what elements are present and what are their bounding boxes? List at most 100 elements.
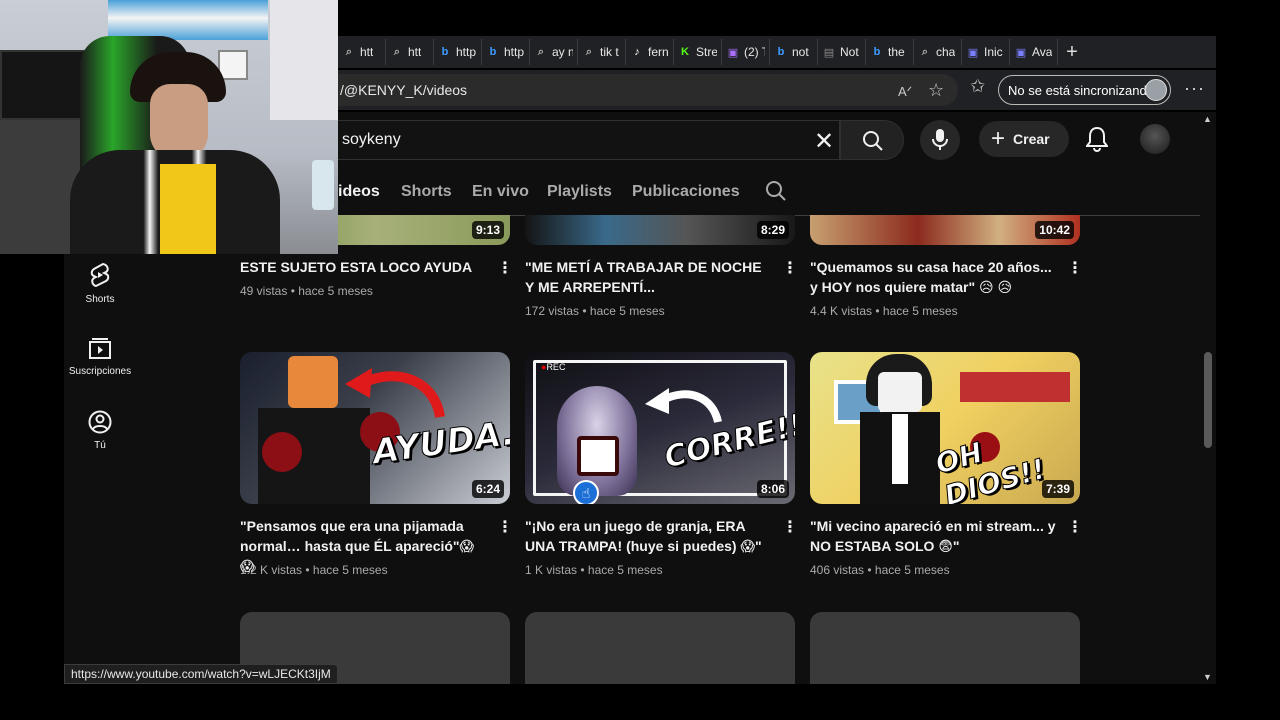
tab-posts[interactable]: Publicaciones bbox=[632, 183, 740, 201]
more-actions-icon[interactable]: ⋮ bbox=[782, 261, 798, 277]
video-title[interactable]: ESTE SUJETO ESTA LOCO AYUDA bbox=[240, 257, 488, 277]
clear-search-icon[interactable]: ✕ bbox=[814, 127, 834, 156]
more-actions-icon[interactable]: ⋮ bbox=[1067, 520, 1083, 536]
browser-tab-bar: ⌕ htt ⌕ htt b http b http ⌕ ay n ⌕ tik t ♪ fern… bbox=[338, 36, 1216, 68]
channel-tabs: ideos Shorts En vivo Playlists Publicaci… bbox=[338, 168, 1208, 216]
create-button[interactable]: + Crear bbox=[979, 121, 1069, 157]
video-duration: 9:13 bbox=[471, 221, 504, 239]
scrollbar-thumb[interactable] bbox=[1204, 352, 1212, 448]
search-button[interactable] bbox=[840, 120, 904, 160]
notifications-button[interactable] bbox=[1085, 126, 1109, 157]
browser-tab[interactable]: b the bbox=[866, 39, 914, 65]
video-duration: 6:24 bbox=[471, 480, 504, 498]
more-actions-icon[interactable]: ⋮ bbox=[1067, 261, 1083, 277]
video-duration: 8:06 bbox=[756, 480, 789, 498]
video-metadata: 406 vistas • hace 5 meses bbox=[810, 563, 950, 577]
more-actions-icon[interactable]: ⋮ bbox=[497, 520, 513, 536]
sidebar-item-subscriptions[interactable]: Suscripciones bbox=[64, 336, 136, 377]
tab-shorts[interactable]: Shorts bbox=[401, 183, 452, 201]
character-head bbox=[288, 356, 338, 408]
search-query: soykeny bbox=[342, 131, 401, 148]
browser-tab[interactable]: ♪ fern bbox=[626, 39, 674, 65]
wall-decor bbox=[960, 372, 1070, 402]
search-icon: ⌕ bbox=[921, 45, 929, 58]
read-aloud-icon[interactable]: Aᐟ bbox=[898, 84, 912, 100]
video-title[interactable]: "¡No era un juego de granja, ERA UNA TRA… bbox=[525, 516, 773, 556]
voice-search-button[interactable] bbox=[920, 120, 960, 160]
video-metadata: 1.2 K vistas • hace 5 meses bbox=[240, 563, 388, 577]
url-text: /@KENYY_K/videos bbox=[340, 82, 468, 98]
video-thumbnail[interactable]: 8:29 bbox=[525, 215, 795, 245]
browser-tab[interactable]: ⌕ cha bbox=[914, 39, 962, 65]
browser-tab[interactable]: ⌕ tik t bbox=[578, 39, 626, 65]
page-icon: ▤ bbox=[823, 46, 835, 59]
sync-label: No se está sincronizando bbox=[1008, 82, 1154, 98]
video-thumbnail[interactable]: 10:42 bbox=[810, 215, 1080, 245]
app-icon: ▣ bbox=[1015, 46, 1027, 59]
favorites-icon[interactable]: ✩ bbox=[970, 76, 985, 97]
browser-tab[interactable]: ⌕ htt bbox=[338, 39, 386, 65]
browser-tab[interactable]: ▣ Ava bbox=[1010, 39, 1058, 65]
video-metadata: 4.4 K vistas • hace 5 meses bbox=[810, 304, 958, 318]
person-face bbox=[150, 84, 208, 160]
tiktok-icon: ♪ bbox=[634, 46, 640, 58]
sidebar-item-label: Shorts bbox=[85, 294, 115, 305]
scroll-down-arrow-icon[interactable]: ▼ bbox=[1203, 672, 1212, 682]
search-input[interactable]: soykeny ✕ bbox=[338, 120, 840, 160]
thumbnail-placeholder bbox=[525, 612, 795, 684]
browser-tab[interactable]: ⌕ ay n bbox=[530, 39, 578, 65]
browser-tab[interactable]: ▣ Inic bbox=[962, 39, 1010, 65]
bing-icon: b bbox=[777, 46, 785, 58]
bing-icon: b bbox=[489, 46, 497, 58]
browser-tab[interactable]: b http bbox=[482, 39, 530, 65]
search-icon: ⌕ bbox=[585, 45, 593, 58]
more-actions-icon[interactable]: ⋮ bbox=[782, 520, 798, 536]
video-duration: 7:39 bbox=[1041, 480, 1074, 498]
cursor-hand-icon: ☝ bbox=[573, 480, 599, 504]
favorite-star-icon[interactable]: ☆ bbox=[928, 80, 944, 101]
search-icon bbox=[863, 131, 883, 151]
window-blinds bbox=[270, 0, 338, 120]
shorts-icon bbox=[90, 262, 110, 288]
channel-search-icon[interactable] bbox=[765, 180, 787, 207]
browser-tab[interactable]: ⌕ htt bbox=[386, 39, 434, 65]
video-thumbnail[interactable]: AYUDA.. 6:24 bbox=[240, 352, 510, 504]
video-title[interactable]: "ME METÍ A TRABAJAR DE NOCHE Y ME ARREPE… bbox=[525, 257, 773, 297]
scroll-up-arrow-icon[interactable]: ▲ bbox=[1203, 114, 1212, 124]
browser-tab[interactable]: K Stre bbox=[674, 39, 722, 65]
tab-live[interactable]: En vivo bbox=[472, 183, 529, 201]
app-icon: ▣ bbox=[967, 46, 979, 59]
account-avatar[interactable] bbox=[1140, 124, 1170, 154]
sidebar-item-shorts[interactable]: Shorts bbox=[64, 262, 136, 305]
arrow-icon bbox=[345, 368, 445, 419]
tab-videos[interactable]: ideos bbox=[338, 183, 380, 201]
video-duration: 10:42 bbox=[1035, 221, 1074, 239]
address-bar-row: /@KENYY_K/videos Aᐟ ☆ ✩ No se está sincr… bbox=[338, 70, 1216, 110]
profile-sync-button[interactable]: No se está sincronizando bbox=[998, 75, 1171, 105]
search-icon: ⌕ bbox=[537, 45, 545, 58]
bing-icon: b bbox=[873, 46, 881, 58]
more-options-icon[interactable]: ··· bbox=[1184, 78, 1205, 99]
new-tab-button[interactable]: + bbox=[1058, 39, 1086, 65]
video-thumbnail[interactable]: OH DIOS!! 7:39 bbox=[810, 352, 1080, 504]
browser-tab[interactable]: ▤ Not bbox=[818, 39, 866, 65]
arrow-icon bbox=[645, 388, 722, 424]
plus-icon: + bbox=[1066, 40, 1078, 63]
sidebar-item-you[interactable]: Tú bbox=[64, 410, 136, 451]
tab-playlists[interactable]: Playlists bbox=[547, 183, 612, 201]
video-title[interactable]: "Mi vecino apareció en mi stream... y NO… bbox=[810, 516, 1058, 556]
more-actions-icon[interactable]: ⋮ bbox=[497, 261, 513, 277]
search-icon: ⌕ bbox=[345, 45, 353, 58]
sidebar-item-label: Tú bbox=[94, 440, 106, 451]
browser-tab[interactable]: ▣(2) T bbox=[722, 39, 770, 65]
monitor bbox=[0, 50, 86, 120]
browser-tab[interactable]: b http bbox=[434, 39, 482, 65]
video-title[interactable]: "Quemamos su casa hace 20 años... y HOY … bbox=[810, 257, 1058, 297]
plus-icon: + bbox=[991, 125, 1006, 152]
character-shirt bbox=[892, 414, 908, 484]
browser-tab[interactable]: b not bbox=[770, 39, 818, 65]
video-thumbnail[interactable]: ●REC CORRE!! ☝ 8:06 bbox=[525, 352, 795, 504]
youtube-masthead: soykeny ✕ + Crear bbox=[338, 112, 1208, 168]
address-bar[interactable]: /@KENYY_K/videos Aᐟ ☆ bbox=[338, 74, 958, 106]
bell-icon bbox=[1085, 126, 1109, 152]
